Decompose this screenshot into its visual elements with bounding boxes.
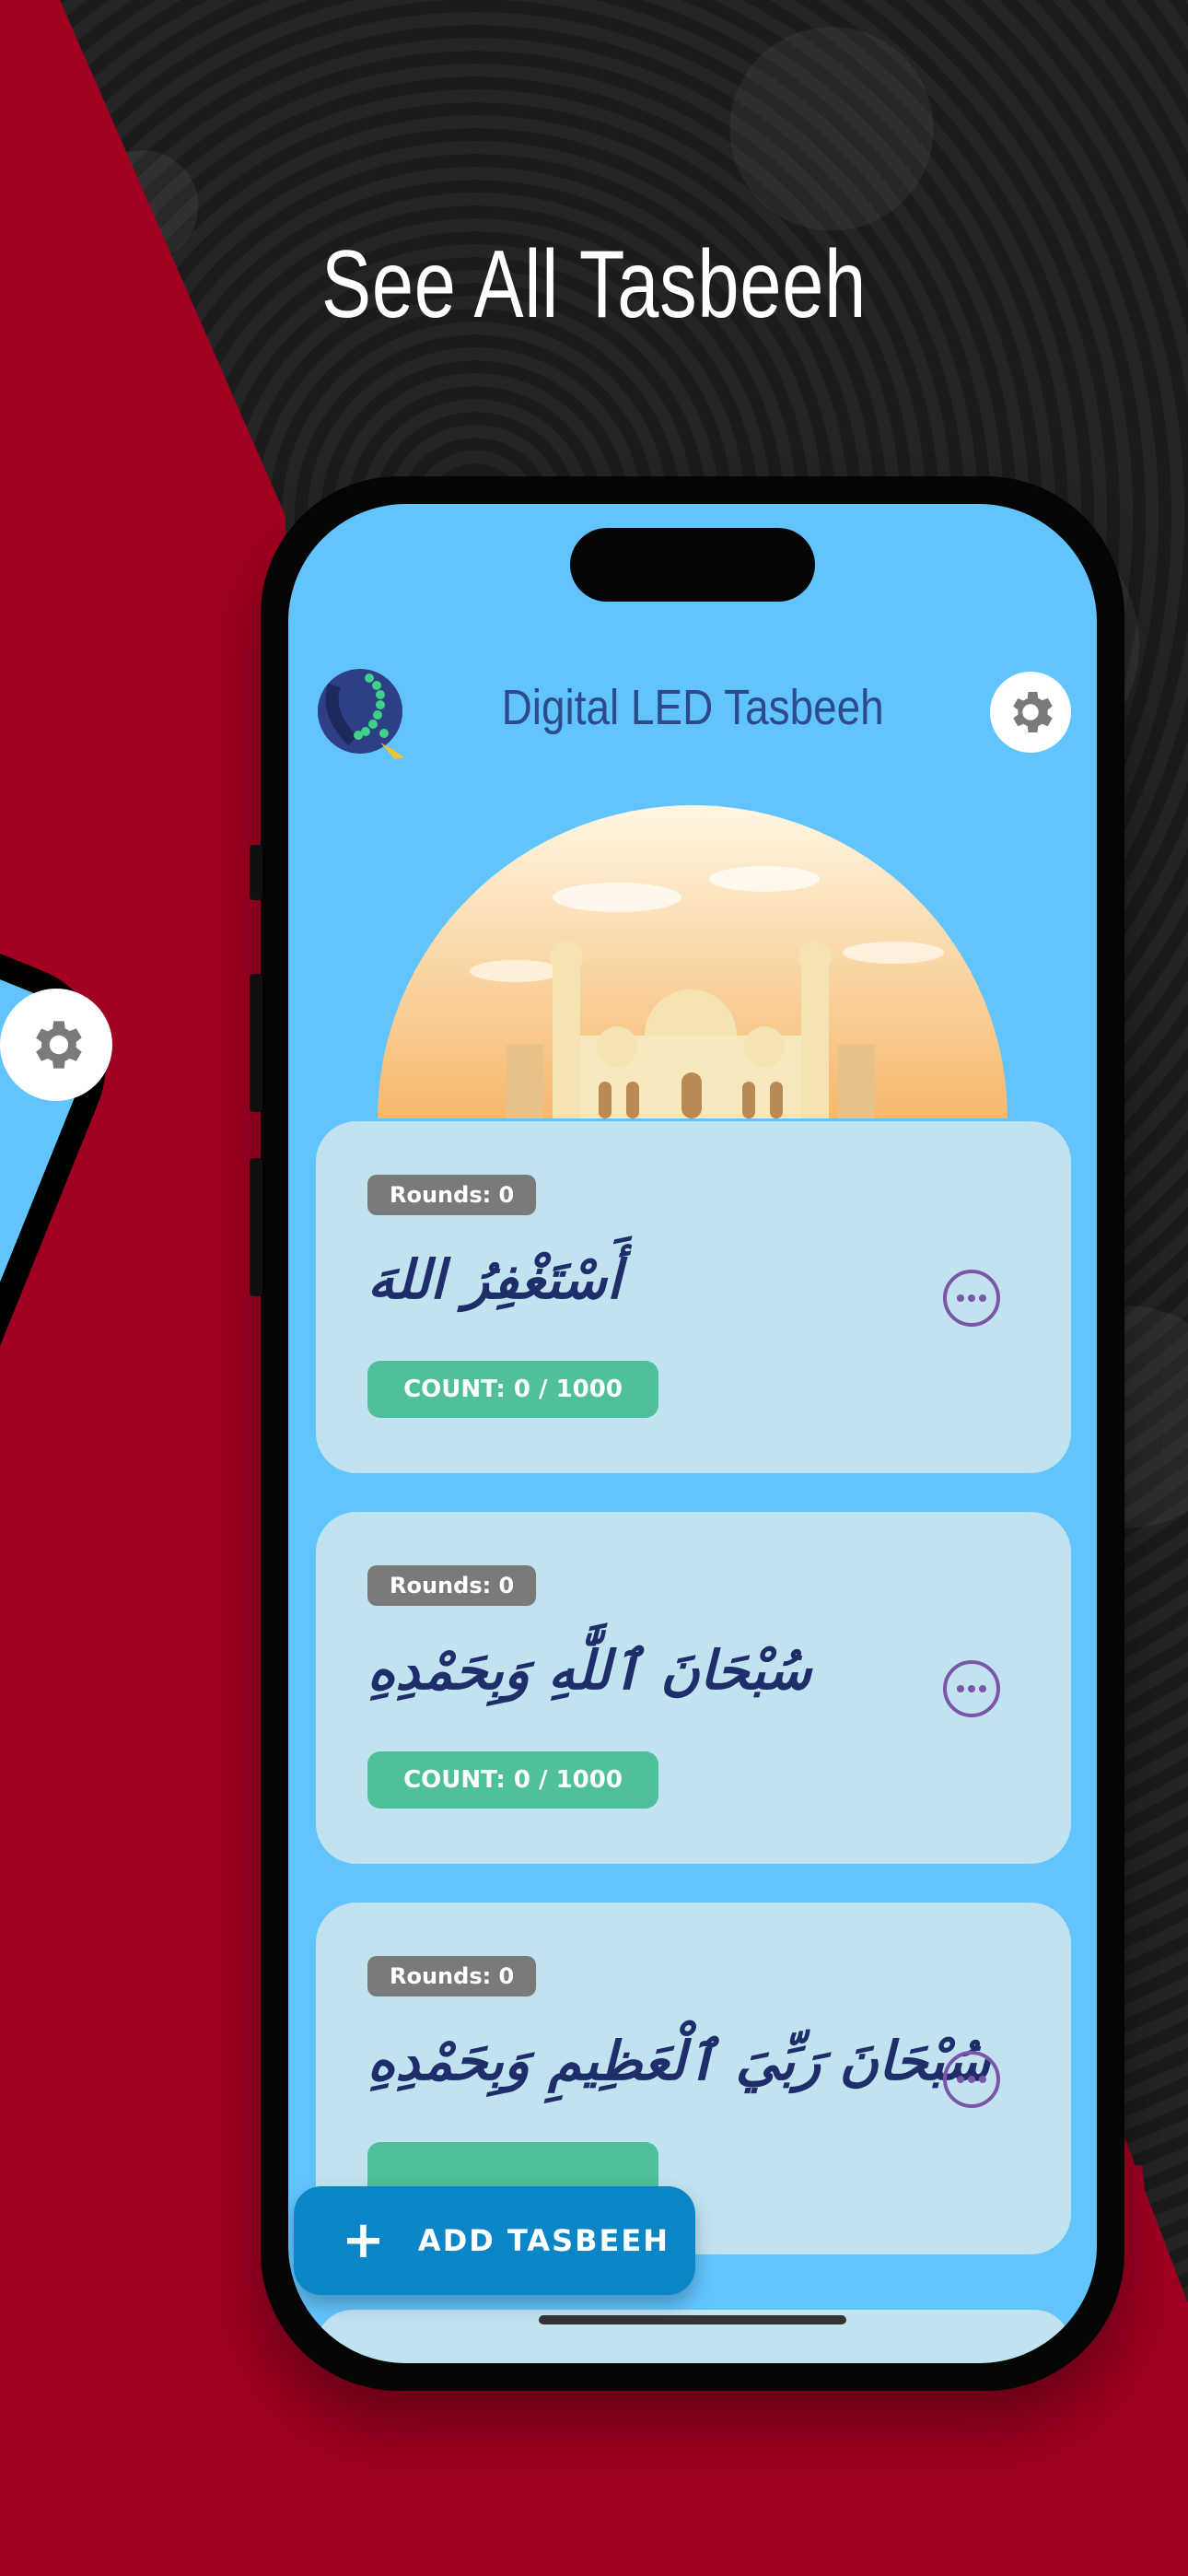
more-options-icon[interactable] [942,1659,1001,1718]
more-options-icon[interactable] [942,1269,1001,1328]
phone-mockup: Digital LED Tasbeeh Rounds: 0 أَسْتَغْفِ… [250,476,1124,2391]
phone-side-button [250,845,262,900]
phone-volume-down [250,1158,262,1296]
more-options-icon[interactable] [942,2050,1001,2109]
rounds-badge: Rounds: 0 [367,1175,537,1215]
add-tasbeeh-label: ADD TASBEEH [417,2223,670,2258]
tasbeeh-card[interactable]: Rounds: 0 سُبْحَانَ ٱللَّٰهِ وَبِحَمْدِه… [316,1512,1071,1864]
plus-icon: + [342,2210,385,2270]
tasbeeh-arabic-text: سُبْحَانَ رَبِّيَ ٱلْعَظِيمِ وَبِحَمْدِه… [367,2030,991,2092]
phone-volume-up [250,974,262,1112]
secondary-gear-icon [0,989,112,1101]
add-tasbeeh-button[interactable]: + ADD TASBEEH [294,2186,695,2295]
dynamic-island [570,528,815,602]
settings-button[interactable] [990,672,1071,753]
home-indicator[interactable] [539,2315,846,2324]
headline: See All Tasbeeh [320,231,868,338]
count-badge: COUNT: 0 / 1000 [367,1751,658,1809]
tasbeeh-arabic-text: سُبْحَانَ ٱللَّٰهِ وَبِحَمْدِهِ [367,1639,812,1702]
rounds-badge: Rounds: 0 [367,1565,537,1606]
count-badge: COUNT: 0 / 1000 [367,1361,658,1418]
tasbeeh-card[interactable]: Rounds: 0 أَسْتَغْفِرُ اللهَ COUNT: 0 / … [316,1121,1071,1473]
rounds-badge: Rounds: 0 [367,1956,537,1996]
app-title: Digital LED Tasbeeh [501,680,884,735]
gear-icon [1013,692,1053,732]
tasbeeh-list: Rounds: 0 أَسْتَغْفِرُ اللهَ COUNT: 0 / … [316,1121,1071,2293]
mosque-illustration [378,805,1007,1118]
tasbeeh-arabic-text: أَسْتَغْفِرُ اللهَ [367,1248,622,1311]
app-screen: Digital LED Tasbeeh Rounds: 0 أَسْتَغْفِ… [288,504,1097,2363]
